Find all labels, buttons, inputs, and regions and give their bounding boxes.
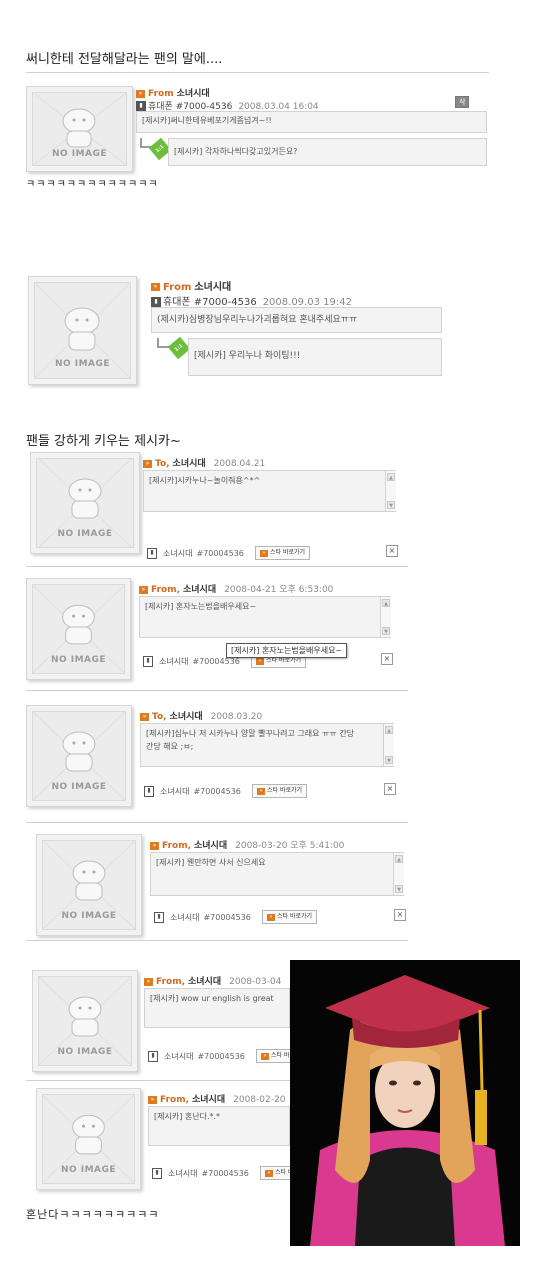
reply-text: [제시카] 각자하나씩다갖고있거든요?	[168, 138, 487, 166]
card-footer: ▮ 소녀시대 #70004536	[147, 548, 244, 559]
sender-line: » From 소녀시대	[136, 86, 210, 99]
sender-line: » To, 소녀시대 2008.03.20	[140, 709, 262, 722]
message-text: [제시카] wow ur english is great	[144, 988, 290, 1028]
star-shortcut-button[interactable]: »스타 바로가기	[255, 546, 311, 560]
phone-line: ▮ 휴대폰 #7000-4536 2008.09.03 19:42	[151, 293, 352, 308]
message-text: [제시카] 혼자노는법을배우세요~	[139, 596, 391, 638]
arrow-icon: »	[148, 1095, 157, 1104]
no-image-label: NO IMAGE	[60, 1165, 117, 1175]
message-text: [제시카] 웬만하면 사서 신으세요	[150, 852, 404, 896]
card-footer: ▮ 소녀시대 #70004536	[144, 786, 241, 797]
no-image-thumbnail: NO IMAGE	[36, 1088, 141, 1190]
jessica-graduation-photo	[290, 960, 520, 1246]
no-image-label: NO IMAGE	[51, 149, 108, 160]
card-footer: ▮ 소녀시대 #70004536	[148, 1051, 245, 1062]
laugh-text-2: 혼난다ㅋㅋㅋㅋㅋㅋㅋㅋㅋ	[26, 1208, 160, 1221]
message-scrollbar[interactable]: ▲ ▼	[393, 853, 404, 895]
graduation-photo-illustration	[290, 960, 520, 1246]
arrow-icon: »	[257, 788, 265, 795]
phone-icon: ▮	[147, 548, 157, 559]
message-text: [제시카]시카누나~놀이줘용^*^	[143, 470, 396, 512]
reply-text: [제시카] 우리누나 화이팅!!!	[188, 338, 442, 376]
sender-line: » From, 소녀시대 2008-02-20	[148, 1092, 285, 1105]
star-shortcut-button[interactable]: »스타 바로가기	[262, 910, 318, 924]
arrow-icon: »	[260, 550, 268, 557]
no-image-label: NO IMAGE	[50, 655, 107, 665]
no-image-thumbnail: NO IMAGE	[28, 276, 137, 385]
arrow-icon: »	[265, 1170, 273, 1177]
no-image-label: NO IMAGE	[51, 782, 107, 792]
arrow-icon: »	[150, 841, 159, 850]
message-scrollbar[interactable]: ▲ ▼	[385, 471, 396, 511]
no-image-label: NO IMAGE	[61, 911, 117, 921]
message-scrollbar[interactable]: ▲ ▼	[380, 597, 391, 637]
divider	[26, 822, 408, 823]
no-image-label: NO IMAGE	[57, 1047, 113, 1057]
close-icon[interactable]: ×	[384, 783, 396, 795]
message-text: [제시카]써니한테유베포기게좀넘겨~!!	[136, 111, 487, 133]
no-image-thumbnail: NO IMAGE	[26, 578, 131, 680]
sender-line: » From, 소녀시대 2008-03-20 오후 5:41:00	[150, 838, 344, 851]
no-image-thumbnail: NO IMAGE	[32, 970, 138, 1072]
divider	[26, 566, 408, 567]
no-image-thumbnail: NO IMAGE	[36, 834, 142, 936]
arrow-icon: »	[143, 459, 152, 468]
arrow-icon: »	[139, 585, 148, 594]
arrow-icon: »	[136, 89, 145, 98]
no-image-thumbnail: NO IMAGE	[26, 86, 133, 172]
star-shortcut-button[interactable]: »스타 바로가기	[252, 784, 308, 798]
close-icon[interactable]: ×	[394, 909, 406, 921]
sender-line: » To, 소녀시대 2008.04.21	[143, 456, 265, 469]
no-image-label: NO IMAGE	[57, 529, 113, 539]
arrow-icon: »	[140, 712, 149, 721]
no-image-label: NO IMAGE	[54, 359, 111, 370]
arrow-icon: »	[267, 914, 275, 921]
sender-line: » From 소녀시대	[151, 278, 231, 293]
laugh-text: ㅋㅋㅋㅋㅋㅋㅋㅋㅋㅋㅋㅋㅋ	[26, 179, 159, 190]
card-footer: ▮ 소녀시대 #70004536	[152, 1168, 249, 1179]
section-heading: 팬들 강하게 키우는 제시카~	[26, 434, 181, 449]
card-footer: ▮ 소녀시대 #70004536	[154, 912, 251, 923]
post-heading: 써니한테 전달해달라는 팬의 말에....	[26, 52, 223, 67]
divider	[26, 72, 489, 73]
message-text: [제시카]심누나 저 시카누나 양말 빨꾸나려고 그래요 ㅠㅠ 간당 간당 해요 …	[140, 723, 394, 767]
message-text: [제시카] 혼난다.*.*	[148, 1106, 290, 1146]
phone-icon: ▮	[143, 656, 153, 667]
arrow-icon: »	[256, 658, 264, 665]
reply-ribbon-icon: 1:1	[167, 336, 191, 360]
close-icon[interactable]: ×	[381, 653, 393, 665]
phone-icon: ▮	[148, 1051, 158, 1062]
phone-icon: ▮	[152, 1168, 162, 1179]
divider	[26, 690, 408, 691]
message-scrollbar[interactable]: ▲ ▼	[383, 724, 394, 766]
phone-icon: ▮	[151, 296, 161, 308]
close-icon[interactable]: ×	[386, 545, 398, 557]
message-text: (제시카)심병장님우리누나가괴롭혀요 혼내주세요ㅠㅠ	[151, 307, 442, 333]
arrow-icon: »	[151, 283, 160, 291]
no-image-thumbnail: NO IMAGE	[30, 452, 140, 554]
delete-button[interactable]: 삭제	[455, 96, 470, 116]
phone-icon: ▮	[154, 912, 164, 923]
divider	[26, 940, 408, 941]
arrow-icon: »	[144, 977, 153, 986]
message-tooltip: [제시카] 혼자노는법을배우세요~	[226, 643, 348, 658]
phone-icon: ▮	[144, 786, 154, 797]
no-image-thumbnail: NO IMAGE	[26, 705, 132, 807]
arrow-icon: »	[261, 1053, 269, 1060]
sender-line: » From, 소녀시대 2008-04-21 오후 6:53:00	[139, 582, 333, 595]
sender-line: » From, 소녀시대 2008-03-04	[144, 974, 281, 987]
